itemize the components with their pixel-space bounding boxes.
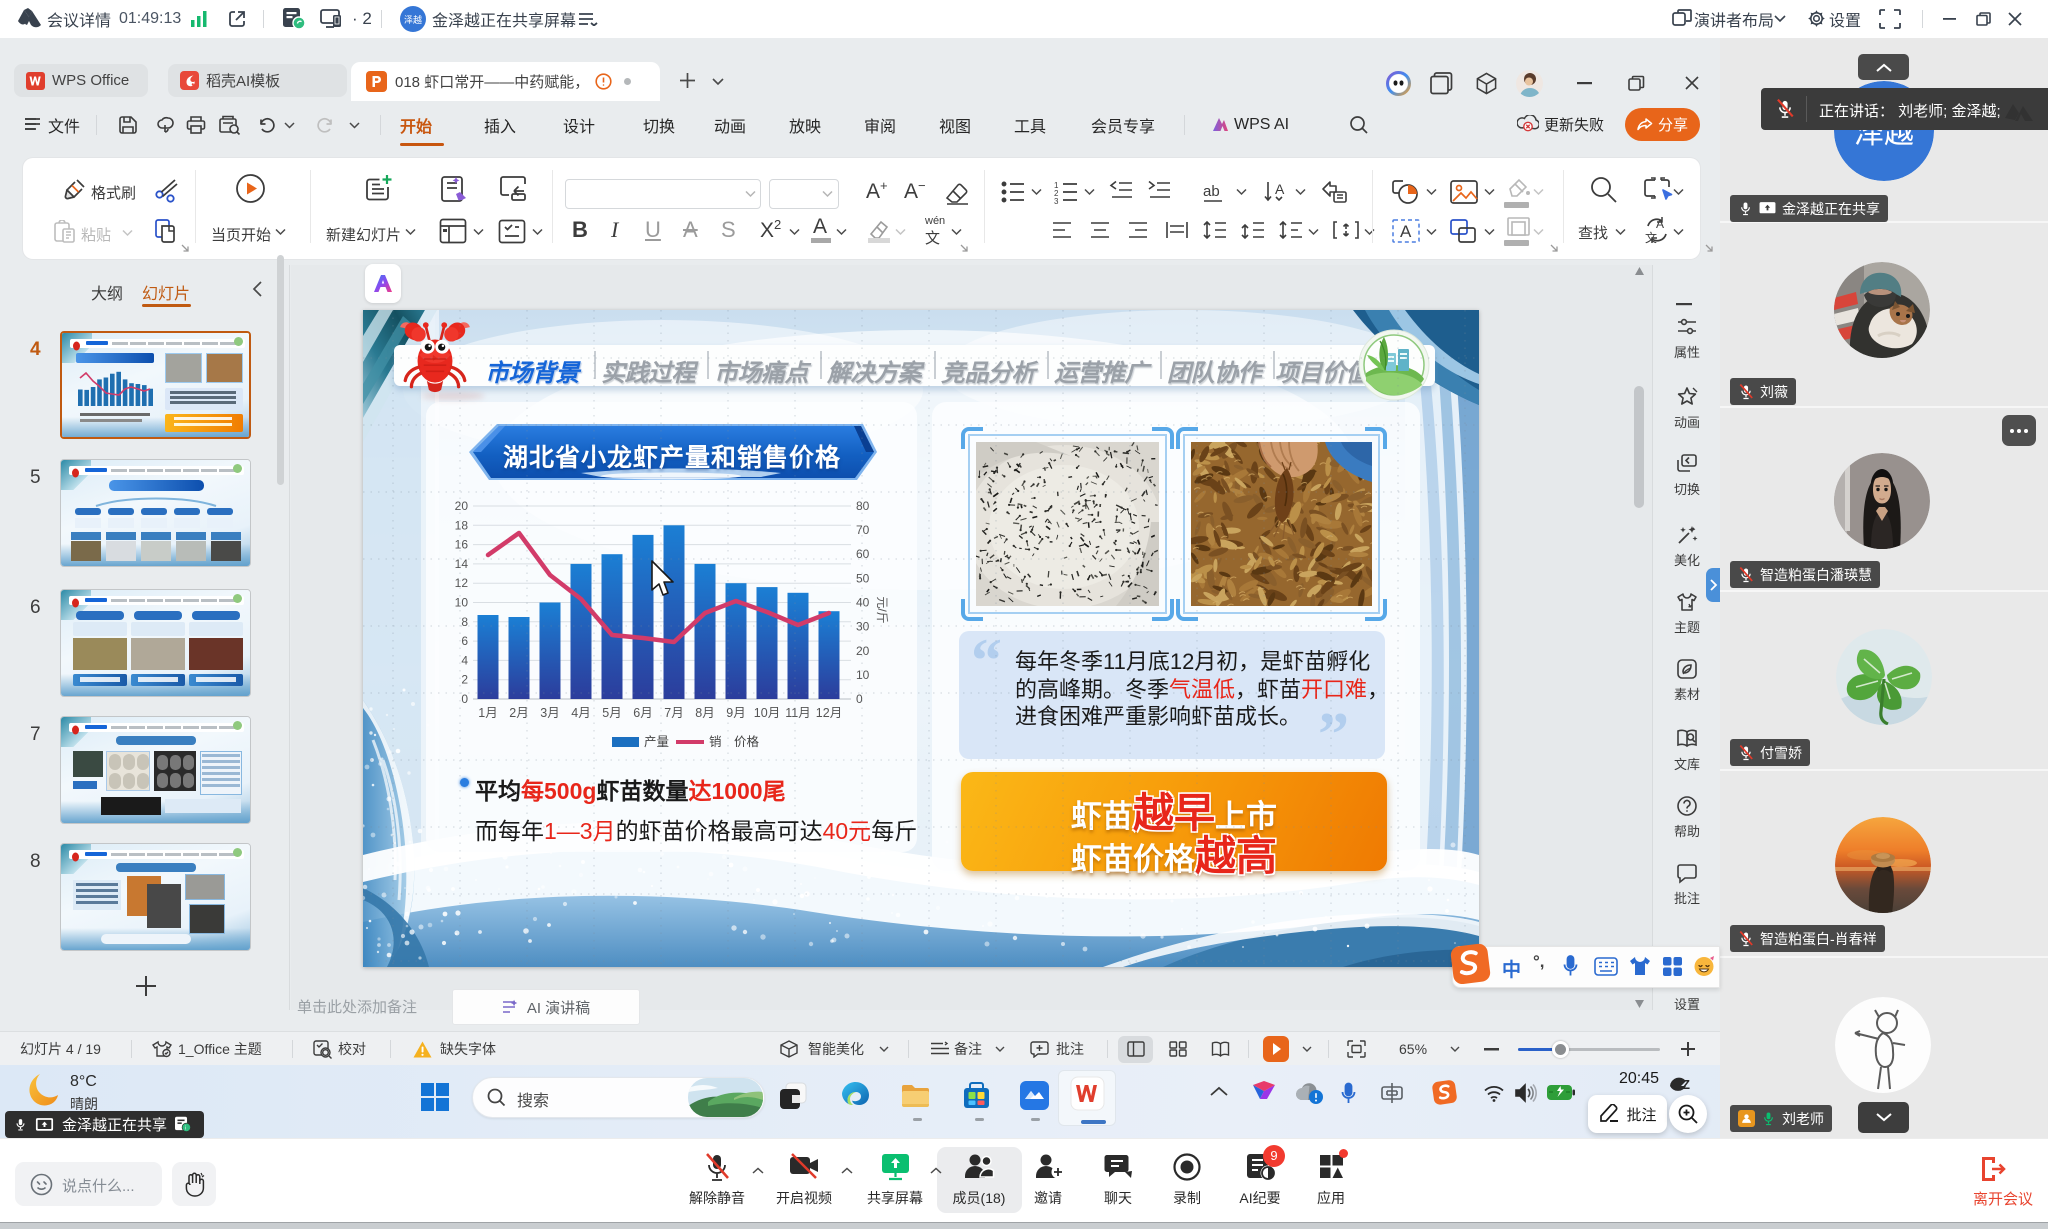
svg-text:5月: 5月 <box>602 706 621 720</box>
svg-text:2: 2 <box>461 673 468 687</box>
svg-text:销 价格: 销 价格 <box>709 734 760 749</box>
svg-text:产量: 产量 <box>644 735 669 749</box>
svg-text:A: A <box>1275 181 1285 197</box>
svg-text:3: 3 <box>1054 197 1059 204</box>
svg-text:4: 4 <box>461 653 468 667</box>
svg-text:1月: 1月 <box>478 706 497 720</box>
svg-text:Z: Z <box>1682 1077 1690 1092</box>
svg-text:10: 10 <box>455 596 469 610</box>
svg-text:80: 80 <box>856 499 870 513</box>
svg-text:50: 50 <box>856 571 870 585</box>
svg-text:70: 70 <box>856 523 870 537</box>
svg-text:7月: 7月 <box>664 706 683 720</box>
svg-text:14: 14 <box>455 557 469 571</box>
svg-text:12: 12 <box>455 576 469 590</box>
svg-text:3月: 3月 <box>540 706 559 720</box>
svg-text:A: A <box>1400 222 1412 241</box>
svg-text:文: 文 <box>1645 230 1657 244</box>
svg-text:18: 18 <box>455 518 469 532</box>
svg-text:2月: 2月 <box>509 706 528 720</box>
svg-text:30: 30 <box>856 620 870 634</box>
svg-text:40: 40 <box>856 596 870 610</box>
svg-text:12月: 12月 <box>816 706 842 720</box>
svg-text:i: i <box>185 1125 186 1131</box>
svg-text:0: 0 <box>461 692 468 706</box>
svg-text:0: 0 <box>856 692 863 706</box>
svg-text:16: 16 <box>455 538 469 552</box>
svg-text:11月: 11月 <box>785 706 810 720</box>
svg-text:9月: 9月 <box>726 706 745 720</box>
svg-text:元/斤: 元/斤 <box>875 596 889 623</box>
svg-text:8月: 8月 <box>695 706 714 720</box>
svg-text:60: 60 <box>856 547 870 561</box>
svg-text:20: 20 <box>856 644 870 658</box>
svg-text:10月: 10月 <box>754 706 780 720</box>
svg-text:A: A <box>1656 217 1664 231</box>
svg-text:4月: 4月 <box>571 706 590 720</box>
svg-text:10: 10 <box>856 668 870 682</box>
svg-text:ab: ab <box>1203 183 1220 200</box>
svg-text:20: 20 <box>455 499 469 513</box>
svg-text:6: 6 <box>461 634 468 648</box>
svg-text:8: 8 <box>461 615 468 629</box>
svg-text:6月: 6月 <box>633 706 652 720</box>
